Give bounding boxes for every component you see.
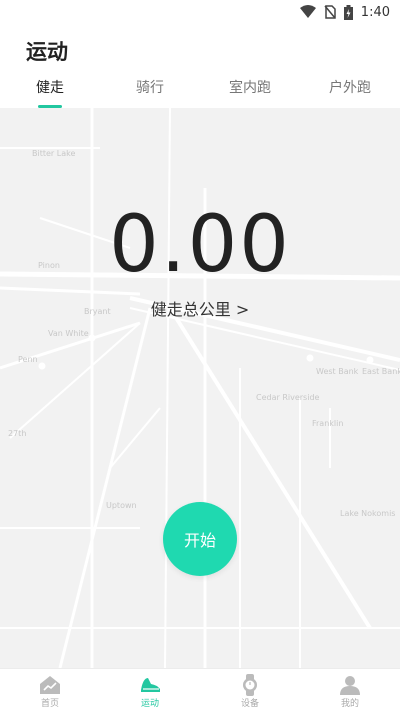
map-label: Bitter Lake	[32, 149, 75, 158]
nav-home-label: 首页	[40, 698, 59, 709]
no-sim-icon	[324, 5, 336, 19]
map-label: Uptown	[106, 501, 137, 510]
map-label: 27th	[8, 429, 26, 438]
nav-sport-label: 运动	[140, 698, 159, 709]
map-label: Van White	[48, 329, 89, 338]
wifi-icon	[299, 5, 316, 19]
tab-outdoor-run[interactable]: 户外跑	[300, 74, 400, 108]
tab-walking[interactable]: 健走	[0, 74, 100, 108]
map-label: Franklin	[312, 419, 343, 428]
tab-cycling[interactable]: 骑行	[100, 74, 200, 108]
nav-me[interactable]: 我的	[300, 669, 400, 713]
distance-value: 0.00	[109, 200, 291, 290]
map-label: East Bank	[362, 367, 400, 376]
bottom-nav: 首页 运动 设备 我的	[0, 668, 400, 713]
start-button-label: 开始	[183, 531, 216, 550]
header: 运动 健走 骑行 室内跑 户外跑	[0, 24, 400, 108]
map-label: Lake Nokomis	[340, 509, 395, 518]
map-label: Penn	[18, 355, 38, 364]
battery-charging-icon	[343, 4, 353, 20]
nav-device-label: 设备	[240, 698, 259, 709]
page-title: 运动	[26, 40, 68, 64]
map-background: Bitter Lake Pinon Bryant Van White Penn …	[0, 108, 400, 668]
status-bar: 1:40	[0, 0, 400, 24]
distance-total-link[interactable]: 健走总公里 >	[0, 296, 400, 320]
clock-time: 1:40	[360, 4, 390, 20]
nav-me-label: 我的	[340, 698, 359, 709]
sneaker-icon	[139, 674, 161, 696]
tab-indoor-run[interactable]: 室内跑	[200, 74, 300, 108]
map-label: Cedar Riverside	[256, 393, 320, 402]
person-icon	[339, 674, 361, 696]
watch-icon	[241, 673, 259, 696]
start-button[interactable]: 开始	[163, 502, 237, 576]
home-chart-icon	[39, 674, 61, 696]
nav-sport[interactable]: 运动	[100, 669, 200, 713]
map-roads: Bitter Lake Pinon Bryant Van White Penn …	[0, 108, 400, 668]
nav-home[interactable]: 首页	[0, 669, 100, 713]
map-label: West Bank	[316, 367, 359, 376]
nav-device[interactable]: 设备	[200, 669, 300, 713]
sport-tabs: 健走 骑行 室内跑 户外跑	[0, 74, 400, 108]
